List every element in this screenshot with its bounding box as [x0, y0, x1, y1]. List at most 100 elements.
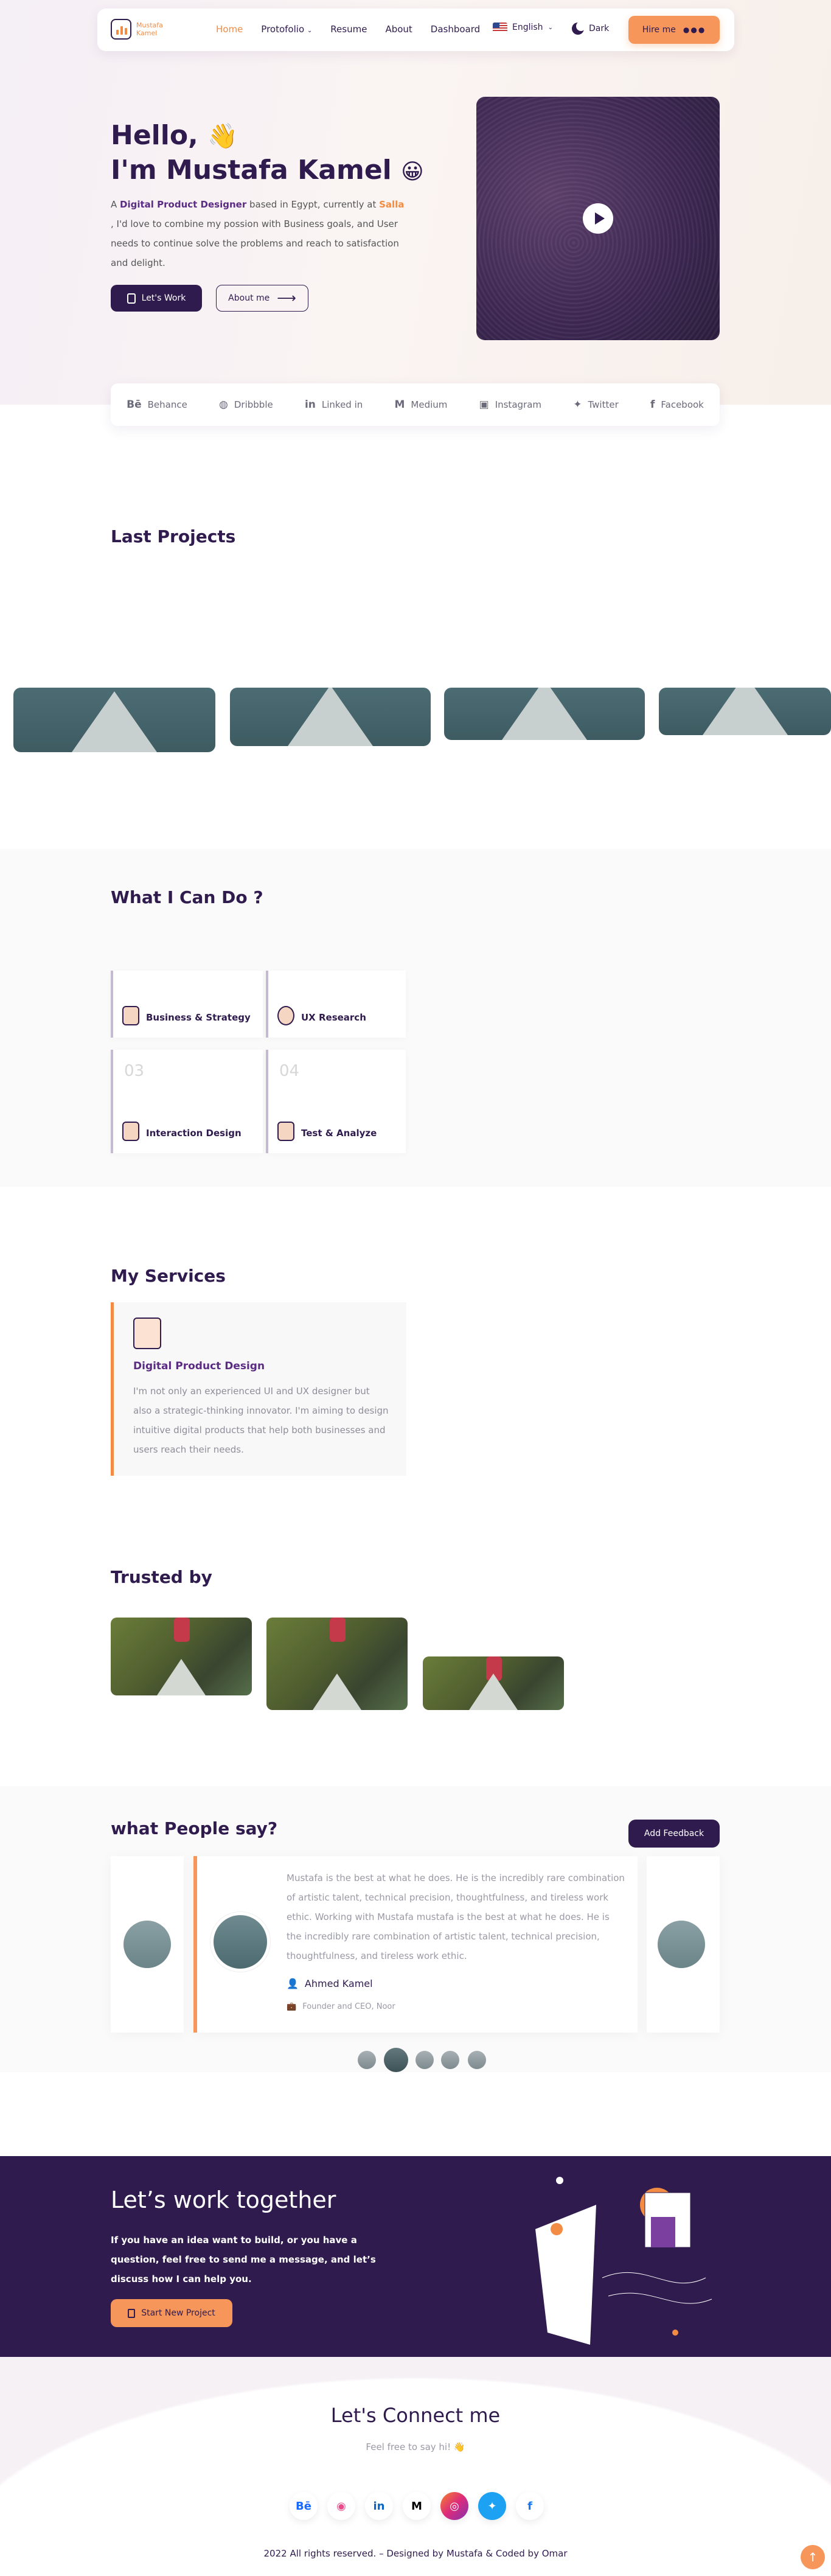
cando-num: 04 — [279, 1062, 300, 1080]
carousel-dot[interactable] — [468, 2051, 486, 2069]
nav-protofolio[interactable]: Protofolio ⌄ — [261, 24, 312, 35]
facebook-icon: f — [650, 399, 655, 411]
carousel-dot[interactable] — [441, 2051, 459, 2069]
cando-card[interactable]: 04 Test & Analyze — [266, 1050, 406, 1153]
testimonial-card-prev[interactable] — [111, 1856, 184, 2033]
social-facebook[interactable]: f Facebook — [650, 399, 704, 411]
cta-section: Let’s work together If you have an idea … — [0, 2156, 831, 2357]
twitter-label: Twitter — [588, 399, 619, 410]
footer-background — [0, 2357, 831, 2576]
project-card[interactable] — [13, 688, 215, 752]
chevron-down-icon: ⌄ — [307, 27, 313, 34]
instagram-icon[interactable]: ◎ — [440, 2492, 468, 2520]
nav-links: Home Protofolio ⌄ Resume About Dashboard — [216, 24, 480, 35]
briefcase-icon: 💼 — [287, 2002, 297, 2011]
wave-hand-icon: 👋 — [453, 2442, 465, 2452]
wave-hand-icon: 👋 — [207, 122, 238, 150]
cando-card[interactable]: 03 Interaction Design — [111, 1050, 263, 1153]
strategy-icon — [122, 1006, 139, 1025]
social-linkedin[interactable]: in Linked in — [305, 399, 363, 411]
dark-mode-toggle[interactable]: Dark — [572, 21, 609, 35]
document-icon — [127, 293, 136, 304]
testimonial-name: Ahmed Kamel — [304, 1978, 373, 1989]
social-icons-row: Bē ◉ in M ◎ ✦ f — [290, 2492, 544, 2520]
medium-icon: M — [394, 399, 405, 411]
logo-line2: Kamel — [136, 29, 158, 37]
trusted-logo[interactable] — [423, 1656, 564, 1710]
cando-title: What I Can Do ? — [111, 887, 263, 907]
facebook-label: Facebook — [661, 399, 704, 410]
hire-me-button[interactable]: Hire me ●●● — [628, 16, 720, 44]
bio-role: Digital Product Designer — [120, 199, 247, 210]
scroll-to-top-icon[interactable]: ↑ — [801, 2545, 825, 2569]
instagram-icon: ▣ — [479, 399, 489, 411]
bio-part-b: based in Egypt, currently at — [246, 199, 380, 210]
twitter-icon: ✦ — [573, 399, 582, 411]
intro-video[interactable] — [476, 97, 720, 340]
cando-card[interactable]: Business & Strategy — [111, 971, 263, 1038]
avatar — [658, 1921, 705, 1968]
nav-protofolio-label: Protofolio — [261, 24, 305, 35]
start-project-button[interactable]: Start New Project — [111, 2299, 232, 2327]
us-flag-icon — [493, 23, 507, 32]
behance-icon[interactable]: Bē — [290, 2492, 318, 2520]
interaction-icon — [122, 1122, 139, 1141]
work-illustration — [535, 2177, 712, 2345]
medium-label: Medium — [411, 399, 448, 410]
nav-resume[interactable]: Resume — [330, 24, 367, 35]
carousel-dot[interactable] — [415, 2051, 434, 2069]
testimonial-card: Mustafa is the best at what he does. He … — [193, 1856, 638, 2033]
social-twitter[interactable]: ✦ Twitter — [573, 399, 619, 411]
analyze-icon — [277, 1122, 294, 1141]
hero-bio: A Digital Product Designer based in Egyp… — [111, 195, 409, 273]
trusted-logo[interactable] — [111, 1618, 252, 1695]
hero-name: I'm Mustafa Kamel — [111, 155, 392, 186]
cando-label: Business & Strategy — [146, 1012, 251, 1023]
social-medium[interactable]: M Medium — [395, 399, 448, 411]
dribbble-icon[interactable]: ◉ — [327, 2492, 355, 2520]
dribbble-icon: ◍ — [219, 399, 228, 411]
twitter-icon[interactable]: ✦ — [478, 2492, 506, 2520]
project-card[interactable] — [230, 688, 431, 746]
add-feedback-button[interactable]: Add Feedback — [628, 1820, 720, 1848]
facebook-icon[interactable]: f — [516, 2492, 544, 2520]
avatar — [210, 1912, 270, 1972]
chevron-down-icon: ⌄ — [548, 24, 553, 31]
service-card[interactable]: Digital Product Design I'm not only an e… — [111, 1302, 406, 1476]
testimonials-title: what People say? — [111, 1818, 278, 1838]
bio-company[interactable]: Salla — [379, 199, 404, 210]
service-text: I'm not only an experienced UI and UX de… — [133, 1386, 389, 1455]
project-card[interactable] — [659, 688, 831, 735]
user-icon: 👤 — [287, 1978, 299, 1989]
testimonial-card-next[interactable] — [647, 1856, 720, 2033]
navbar: Mustafa Kamel Home Protofolio ⌄ Resume A… — [97, 9, 734, 51]
carousel-dot[interactable] — [358, 2051, 376, 2069]
carousel-dot-active[interactable] — [384, 2048, 408, 2072]
service-title: Digital Product Design — [133, 1360, 265, 1372]
play-icon[interactable] — [583, 203, 613, 234]
lets-work-label: Let's Work — [141, 293, 186, 303]
behance-label: Behance — [147, 399, 187, 410]
cta-text: If you have an idea want to build, or yo… — [111, 2235, 376, 2285]
nav-dashboard[interactable]: Dashboard — [431, 24, 480, 35]
document-icon — [128, 2308, 136, 2318]
about-me-button[interactable]: About me ⟶ — [216, 285, 308, 312]
copyright: 2022 All rights reserved. – Designed by … — [263, 2548, 568, 2559]
language-select[interactable]: English ⌄ — [493, 23, 553, 32]
social-dribbble[interactable]: ◍ Dribbble — [219, 399, 273, 411]
project-card[interactable] — [444, 688, 645, 740]
logo[interactable]: Mustafa Kamel — [111, 19, 163, 40]
social-behance[interactable]: Bē Behance — [127, 399, 187, 411]
nav-home[interactable]: Home — [216, 24, 243, 35]
bio-part-a: A — [111, 199, 120, 210]
cando-card[interactable]: UX Research — [266, 971, 406, 1038]
lets-work-button[interactable]: Let's Work — [111, 285, 202, 312]
linkedin-icon: in — [304, 399, 316, 411]
medium-icon[interactable]: M — [403, 2492, 431, 2520]
linkedin-icon[interactable]: in — [365, 2492, 393, 2520]
connect-title: Let's Connect me — [330, 2404, 501, 2427]
social-instagram[interactable]: ▣ Instagram — [479, 399, 541, 411]
testimonial-role: Founder and CEO, Noor — [302, 2002, 395, 2011]
trusted-logo[interactable] — [266, 1618, 408, 1710]
nav-about[interactable]: About — [385, 24, 412, 35]
